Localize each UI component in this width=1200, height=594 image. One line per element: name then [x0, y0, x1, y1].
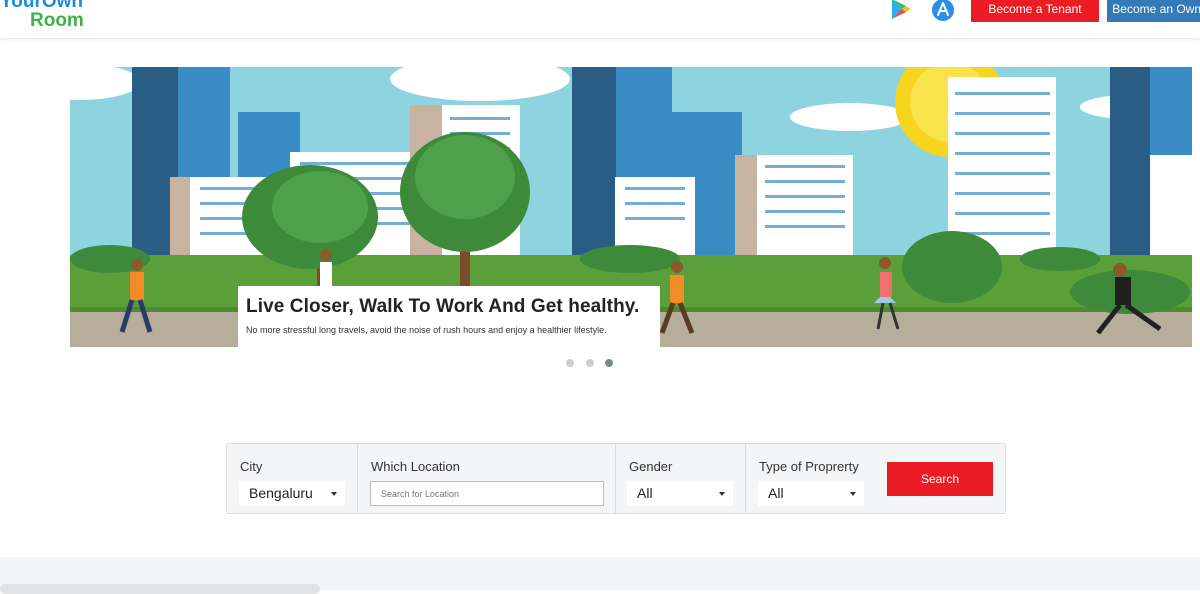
carousel-dot-2[interactable]	[586, 359, 594, 367]
city-select-value: Bengaluru	[249, 485, 313, 501]
location-field: Which Location	[358, 444, 616, 513]
become-owner-button[interactable]: Become an Owner	[1107, 0, 1200, 22]
site-header: YourOwn Room Become a Tenant Become an O…	[0, 0, 1200, 38]
carousel-dot-1[interactable]	[566, 359, 574, 367]
city-field: City Bengaluru	[227, 444, 358, 513]
city-select[interactable]: Bengaluru	[239, 481, 345, 506]
gender-field: Gender All	[616, 444, 746, 513]
chevron-down-icon	[850, 492, 856, 496]
banner-title: Live Closer, Walk To Work And Get health…	[246, 296, 640, 317]
become-tenant-button[interactable]: Become a Tenant	[971, 0, 1099, 22]
property-type-select[interactable]: All	[758, 481, 864, 506]
chevron-down-icon	[331, 492, 337, 496]
gender-select[interactable]: All	[627, 481, 733, 506]
gender-select-value: All	[637, 485, 653, 501]
chevron-down-icon	[719, 492, 725, 496]
banner-caption: Live Closer, Walk To Work And Get health…	[238, 286, 660, 348]
property-type-field: Type of Proprerty All	[746, 444, 886, 513]
location-label: Which Location	[371, 459, 460, 474]
location-search-input[interactable]	[370, 481, 604, 506]
logo-line2: Room	[30, 10, 84, 31]
app-store-icon[interactable]	[931, 0, 955, 22]
property-search-form: City Bengaluru Which Location Gender All…	[226, 443, 1006, 514]
carousel-dot-3-active[interactable]	[605, 359, 613, 367]
city-label: City	[240, 459, 263, 474]
property-type-select-value: All	[768, 485, 784, 501]
banner-subtitle: No more stressful long travels, avoid th…	[246, 325, 607, 335]
footer-tab	[0, 584, 320, 594]
gender-label: Gender	[629, 459, 673, 474]
site-logo[interactable]: YourOwn Room	[0, 0, 84, 30]
google-play-icon[interactable]	[889, 0, 913, 22]
search-button[interactable]: Search	[887, 462, 993, 496]
property-type-label: Type of Proprerty	[759, 459, 859, 474]
